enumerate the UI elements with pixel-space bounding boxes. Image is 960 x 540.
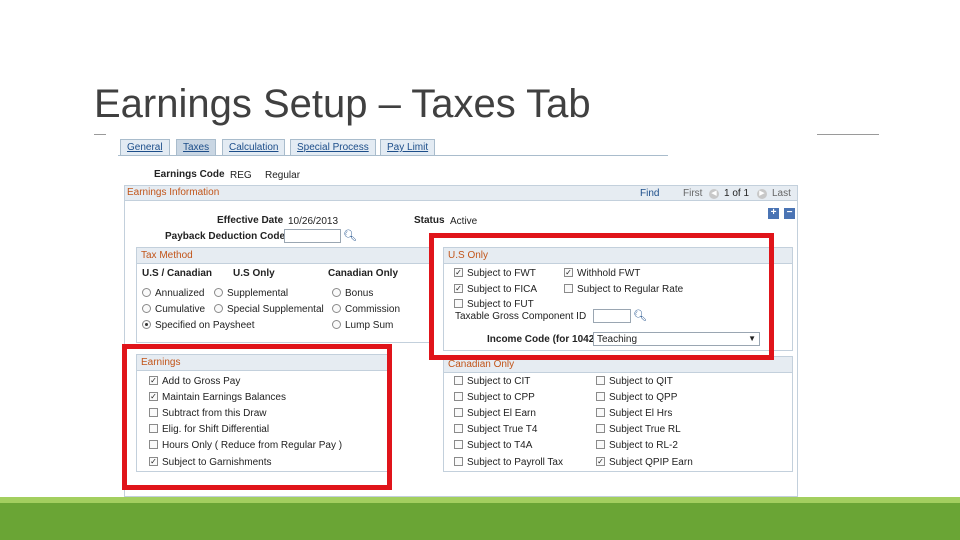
us-only-highlight — [429, 233, 774, 360]
earnings-code-label: Earnings Code — [154, 169, 225, 180]
subject-ei-hrs-label: Subject El Hrs — [609, 408, 673, 419]
checkbox-subject-to-cit[interactable] — [454, 376, 463, 385]
title-underline-right — [817, 134, 879, 135]
radio-commission[interactable] — [332, 304, 341, 313]
radio-lump-sum[interactable] — [332, 320, 341, 329]
radio-lump-sum-label: Lump Sum — [345, 320, 394, 331]
subject-true-rl-label: Subject True RL — [609, 424, 681, 435]
checkbox-subject-ei-hrs[interactable] — [596, 408, 605, 417]
delete-row-icon[interactable]: − — [784, 208, 795, 219]
last-link[interactable]: Last — [772, 188, 791, 199]
tab-taxes[interactable]: Taxes — [176, 139, 217, 156]
status-label: Status — [414, 215, 445, 226]
find-link[interactable]: Find — [640, 188, 659, 199]
radio-commission-label: Commission — [345, 304, 401, 315]
earnings-code-value: REG — [230, 170, 252, 181]
tax-method-title: Tax Method — [137, 248, 431, 264]
subject-to-qpp-label: Subject to QPP — [609, 392, 678, 403]
checkbox-subject-to-payroll-tax[interactable] — [454, 457, 463, 466]
subject-to-cit-label: Subject to CIT — [467, 376, 531, 387]
radio-cumulative[interactable] — [142, 304, 151, 313]
page-indicator: 1 of 1 — [724, 188, 750, 199]
tax-method-col-us-canadian: U.S / Canadian — [142, 268, 213, 279]
subject-to-rl-2-label: Subject to RL-2 — [609, 440, 678, 451]
first-link[interactable]: First — [683, 188, 702, 199]
radio-specified-on-paysheet[interactable] — [142, 320, 151, 329]
tab-special-process[interactable]: Special Process — [290, 139, 376, 156]
subject-to-qit-label: Subject to QIT — [609, 376, 673, 387]
effective-date-label: Effective Date — [217, 215, 284, 226]
checkbox-subject-to-qpp[interactable] — [596, 392, 605, 401]
subject-to-cpp-label: Subject to CPP — [467, 392, 535, 403]
slide-title: Earnings Setup – Taxes Tab — [94, 82, 591, 126]
subject-to-t4a-label: Subject to T4A — [467, 440, 533, 451]
checkbox-subject-true-t4[interactable] — [454, 424, 463, 433]
payback-deduction-code-input[interactable] — [284, 229, 341, 243]
checkbox-subject-qpip-earn[interactable]: ✓ — [596, 457, 605, 466]
tab-general[interactable]: General — [120, 139, 170, 156]
tax-method-col-us-only: U.S Only — [233, 268, 275, 279]
earnings-code-description: Regular — [265, 170, 301, 181]
tab-calculation[interactable]: Calculation — [222, 139, 286, 156]
checkbox-subject-to-cpp[interactable] — [454, 392, 463, 401]
tab-divider — [118, 155, 668, 156]
checkbox-subject-true-rl[interactable] — [596, 424, 605, 433]
radio-specified-on-paysheet-label: Specified on Paysheet — [155, 320, 255, 331]
radio-annualized[interactable] — [142, 288, 151, 297]
checkbox-subject-to-t4a[interactable] — [454, 440, 463, 449]
tax-method-col-canadian-only: Canadian Only — [328, 268, 399, 279]
search-icon[interactable]: 🔍︎ — [343, 229, 357, 242]
radio-supplemental[interactable] — [214, 288, 223, 297]
radio-bonus[interactable] — [332, 288, 341, 297]
radio-special-supplemental[interactable] — [214, 304, 223, 313]
radio-bonus-label: Bonus — [345, 288, 374, 299]
radio-annualized-label: Annualized — [155, 288, 205, 299]
earnings-highlight — [122, 344, 392, 490]
next-arrow-icon[interactable]: ▶ — [757, 189, 767, 199]
radio-supplemental-label: Supplemental — [227, 288, 289, 299]
earnings-information-title: Earnings Information — [127, 187, 220, 198]
status-value: Active — [450, 216, 478, 227]
subject-qpip-earn-label: Subject QPIP Earn — [609, 457, 693, 468]
subject-true-t4-label: Subject True T4 — [467, 424, 538, 435]
tab-pay-limit[interactable]: Pay Limit — [380, 139, 436, 156]
checkbox-subject-ei-earn[interactable] — [454, 408, 463, 417]
subject-ei-earn-label: Subject El Earn — [467, 408, 536, 419]
radio-special-supplemental-label: Special Supplemental — [227, 304, 324, 315]
footer-accent — [0, 503, 960, 540]
payback-deduction-code-label: Payback Deduction Code — [165, 231, 286, 242]
peoplesoft-screenshot: General Taxes Calculation Special Proces… — [106, 130, 816, 500]
checkbox-subject-to-rl-2[interactable] — [596, 440, 605, 449]
previous-arrow-icon[interactable]: ◀ — [709, 189, 719, 199]
radio-cumulative-label: Cumulative — [155, 304, 206, 315]
subject-to-payroll-tax-label: Subject to Payroll Tax — [467, 457, 563, 468]
effective-date-value: 10/26/2013 — [288, 216, 339, 227]
checkbox-subject-to-qit[interactable] — [596, 376, 605, 385]
add-row-icon[interactable]: + — [768, 208, 779, 219]
